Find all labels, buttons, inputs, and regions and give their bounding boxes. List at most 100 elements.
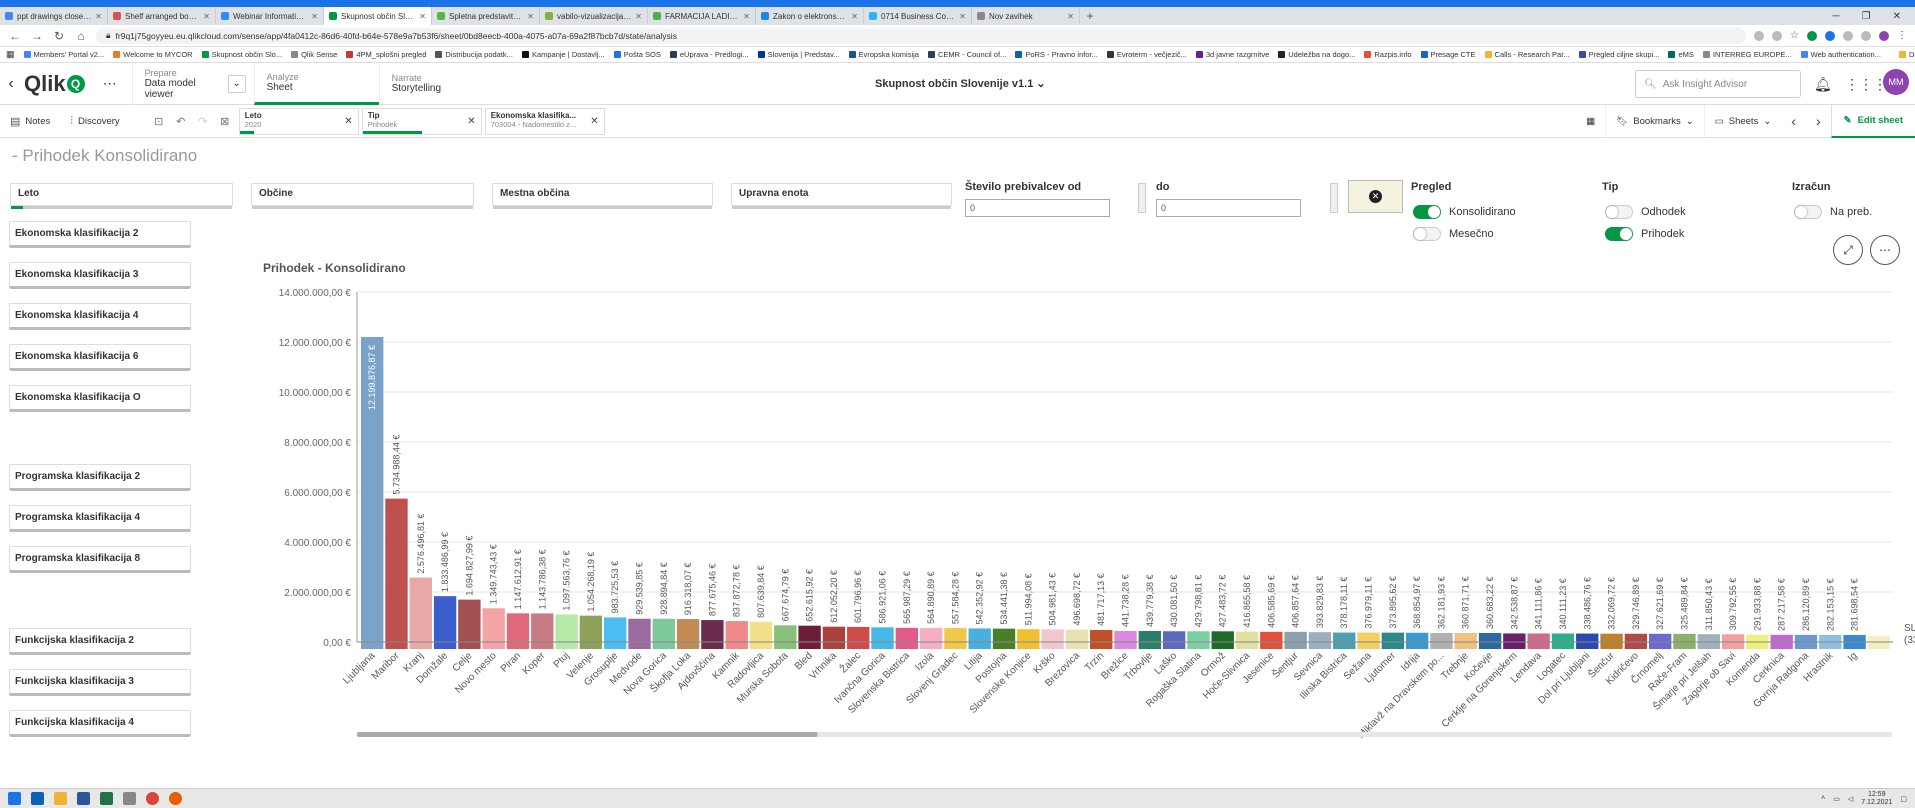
- nav-narrate[interactable]: Narrate Storytelling: [378, 62, 504, 105]
- browser-tab[interactable]: Spletna predstavitev APLIKACIJ... ✕: [432, 7, 540, 25]
- word-icon[interactable]: [77, 792, 90, 805]
- notes-button[interactable]: ▤ Notes: [0, 105, 60, 138]
- bar[interactable]: [1503, 633, 1526, 642]
- close-tab-icon[interactable]: ✕: [95, 12, 102, 21]
- bar[interactable]: [628, 618, 651, 642]
- bar[interactable]: [1162, 631, 1186, 642]
- extension-icon[interactable]: [1807, 30, 1817, 41]
- extension-icon[interactable]: [1825, 30, 1835, 41]
- bar[interactable]: [1673, 633, 1696, 642]
- grid-view-icon[interactable]: ▦: [1576, 105, 1605, 138]
- back-arrow-icon[interactable]: ←: [8, 29, 22, 43]
- url-field[interactable]: 🔒︎ fr9q1j75goyyeu.eu.qlikcloud.com/sense…: [96, 27, 1747, 44]
- classification-button[interactable]: Ekonomska klasifikacija 6: [9, 344, 191, 371]
- ask-insight-advisor-input[interactable]: 🔍︎ Ask Insight Advisor: [1635, 70, 1801, 98]
- classification-button[interactable]: Funkcijska klasifikacija 3: [9, 669, 191, 696]
- browser-tab[interactable]: Webinar Information - Zoom ✕: [216, 7, 324, 25]
- bookmark-item[interactable]: PoRS - Pravno infor...: [1015, 50, 1098, 59]
- bar[interactable]: [1576, 633, 1599, 642]
- new-tab-button[interactable]: +: [1080, 7, 1100, 25]
- switch[interactable]: [1413, 227, 1441, 241]
- toggle-prihodek[interactable]: Prihodek: [1605, 227, 1684, 241]
- windows-start-icon[interactable]: [8, 792, 21, 805]
- bar[interactable]: [1090, 629, 1113, 642]
- chrome-icon[interactable]: [146, 792, 159, 805]
- tray-chevron-icon[interactable]: ˄: [1821, 795, 1825, 802]
- switch[interactable]: [1605, 227, 1633, 241]
- close-icon[interactable]: ✕: [467, 116, 475, 127]
- bar[interactable]: [458, 599, 481, 642]
- toggle-odhodek[interactable]: Odhodek: [1605, 205, 1686, 219]
- bar[interactable]: [676, 619, 700, 642]
- bar[interactable]: [1235, 631, 1259, 642]
- back-chevron-icon[interactable]: ‹: [0, 75, 22, 93]
- bar[interactable]: [1333, 632, 1356, 642]
- bar[interactable]: [579, 615, 603, 642]
- firefox-icon[interactable]: [169, 792, 182, 805]
- clear-filters-button[interactable]: ✕: [1348, 180, 1403, 213]
- bar[interactable]: [1114, 630, 1137, 642]
- bar[interactable]: [1794, 634, 1818, 642]
- bar[interactable]: [1017, 629, 1040, 642]
- bookmark-item[interactable]: Evroterm - večjezič...: [1106, 50, 1187, 59]
- classification-button[interactable]: Ekonomska klasifikacija 2: [9, 221, 191, 248]
- bookmark-item[interactable]: eMS: [1668, 50, 1694, 59]
- bar[interactable]: [1721, 634, 1745, 642]
- bar[interactable]: [555, 614, 578, 642]
- bookmark-item[interactable]: CEMR - Council of...: [927, 50, 1006, 59]
- bookmark-item[interactable]: Welcome to MYCOR: [113, 50, 193, 59]
- bar[interactable]: [1308, 632, 1332, 642]
- next-sheet-icon[interactable]: ›: [1806, 105, 1831, 138]
- bar[interactable]: [1867, 635, 1891, 642]
- browser-tab[interactable]: Skupnost občin Slovenije v1.1 - ... ✕: [324, 7, 432, 25]
- close-tab-icon[interactable]: ✕: [527, 12, 534, 21]
- browser-tab[interactable]: FARMACIJA LADINA DR. ROMAN...✕: [648, 7, 756, 25]
- selection-chip[interactable]: Ekonomska klasifika... 703004 - Nadomesti…: [484, 107, 605, 135]
- bookmark-item[interactable]: Pošta SOS: [613, 50, 661, 59]
- classification-button[interactable]: Funkcijska klasifikacija 4: [9, 710, 191, 737]
- bar[interactable]: [1819, 634, 1842, 642]
- bar[interactable]: [1357, 632, 1380, 642]
- reading-list-icon[interactable]: [1861, 30, 1871, 41]
- bar[interactable]: [652, 618, 675, 642]
- bar[interactable]: [725, 621, 748, 642]
- excel-icon[interactable]: [100, 792, 113, 805]
- bookmark-item[interactable]: INTERREG EUROPE...: [1702, 50, 1792, 59]
- close-tab-icon[interactable]: ✕: [635, 12, 642, 21]
- classification-button[interactable]: Programska klasifikacija 2: [9, 464, 191, 491]
- forward-arrow-icon[interactable]: →: [30, 29, 44, 43]
- bar[interactable]: [1478, 632, 1502, 642]
- selection-chip[interactable]: Tip Prihodek ✕: [361, 107, 482, 135]
- qlik-logo[interactable]: Qlik Q: [24, 71, 85, 97]
- discovery-button[interactable]: ⫶ Discovery: [60, 105, 129, 138]
- bookmark-item[interactable]: Kampanje | Dostavlj...: [521, 50, 605, 59]
- file-explorer-icon[interactable]: [54, 792, 67, 805]
- bookmark-item[interactable]: Presage CTE: [1420, 50, 1476, 59]
- browser-tab[interactable]: ppt drawings closet for book - ... ✕: [0, 7, 108, 25]
- bar[interactable]: [1284, 631, 1307, 642]
- bar[interactable]: [1454, 632, 1477, 642]
- close-tab-icon[interactable]: ✕: [743, 12, 750, 21]
- star-icon[interactable]: ☆: [1790, 30, 1799, 41]
- bookmark-item[interactable]: Web authentication...: [1800, 50, 1881, 59]
- bar[interactable]: [433, 596, 457, 642]
- bookmark-item[interactable]: Calls - Research Par...: [1484, 50, 1570, 59]
- classification-button[interactable]: Programska klasifikacija 4: [9, 505, 191, 532]
- classification-button[interactable]: Ekonomska klasifikacija 3: [9, 262, 191, 289]
- bar[interactable]: [1624, 633, 1648, 642]
- bar[interactable]: [798, 625, 821, 642]
- close-window-icon[interactable]: ✕: [1893, 11, 1901, 22]
- bar[interactable]: [895, 627, 918, 642]
- bar[interactable]: [1381, 632, 1405, 642]
- toggle-mesecno[interactable]: Mesečno: [1413, 227, 1494, 241]
- classification-button[interactable]: Programska klasifikacija 8: [9, 546, 191, 573]
- bar[interactable]: [409, 577, 432, 642]
- bell-icon[interactable]: 🔔︎: [1814, 76, 1832, 93]
- bar[interactable]: [1648, 633, 1672, 642]
- bookmark-item[interactable]: Evropska komisija: [848, 50, 919, 59]
- bookmark-item[interactable]: Skupnost občin Slo...: [201, 50, 282, 59]
- profile-icon[interactable]: [1879, 30, 1889, 41]
- outlook-icon[interactable]: [31, 792, 44, 805]
- filter-leto[interactable]: Leto: [10, 183, 233, 209]
- bookmarks-button[interactable]: 🔖︎ Bookmarks ⌄: [1605, 104, 1704, 138]
